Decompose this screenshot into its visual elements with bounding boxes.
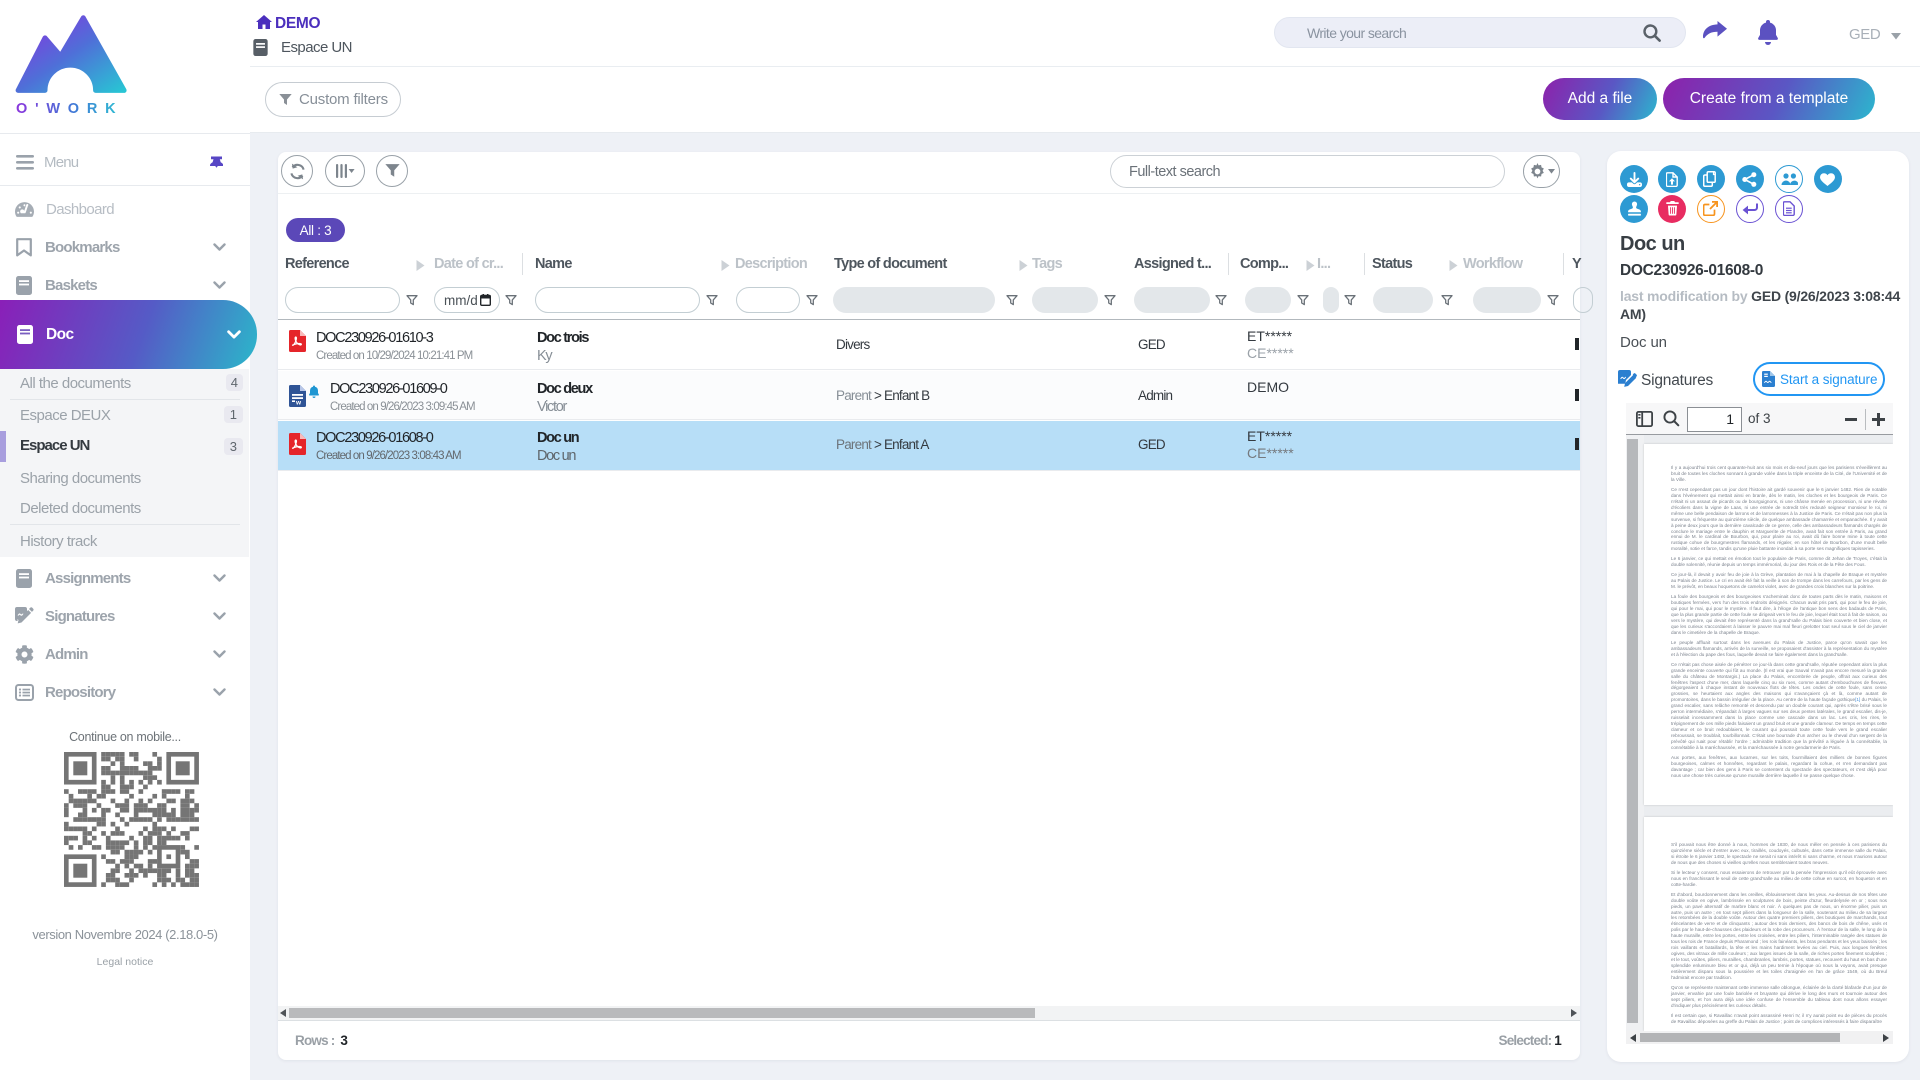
svg-text:O'WORK: O'WORK [16, 101, 123, 117]
svg-text:w: w [295, 399, 302, 406]
